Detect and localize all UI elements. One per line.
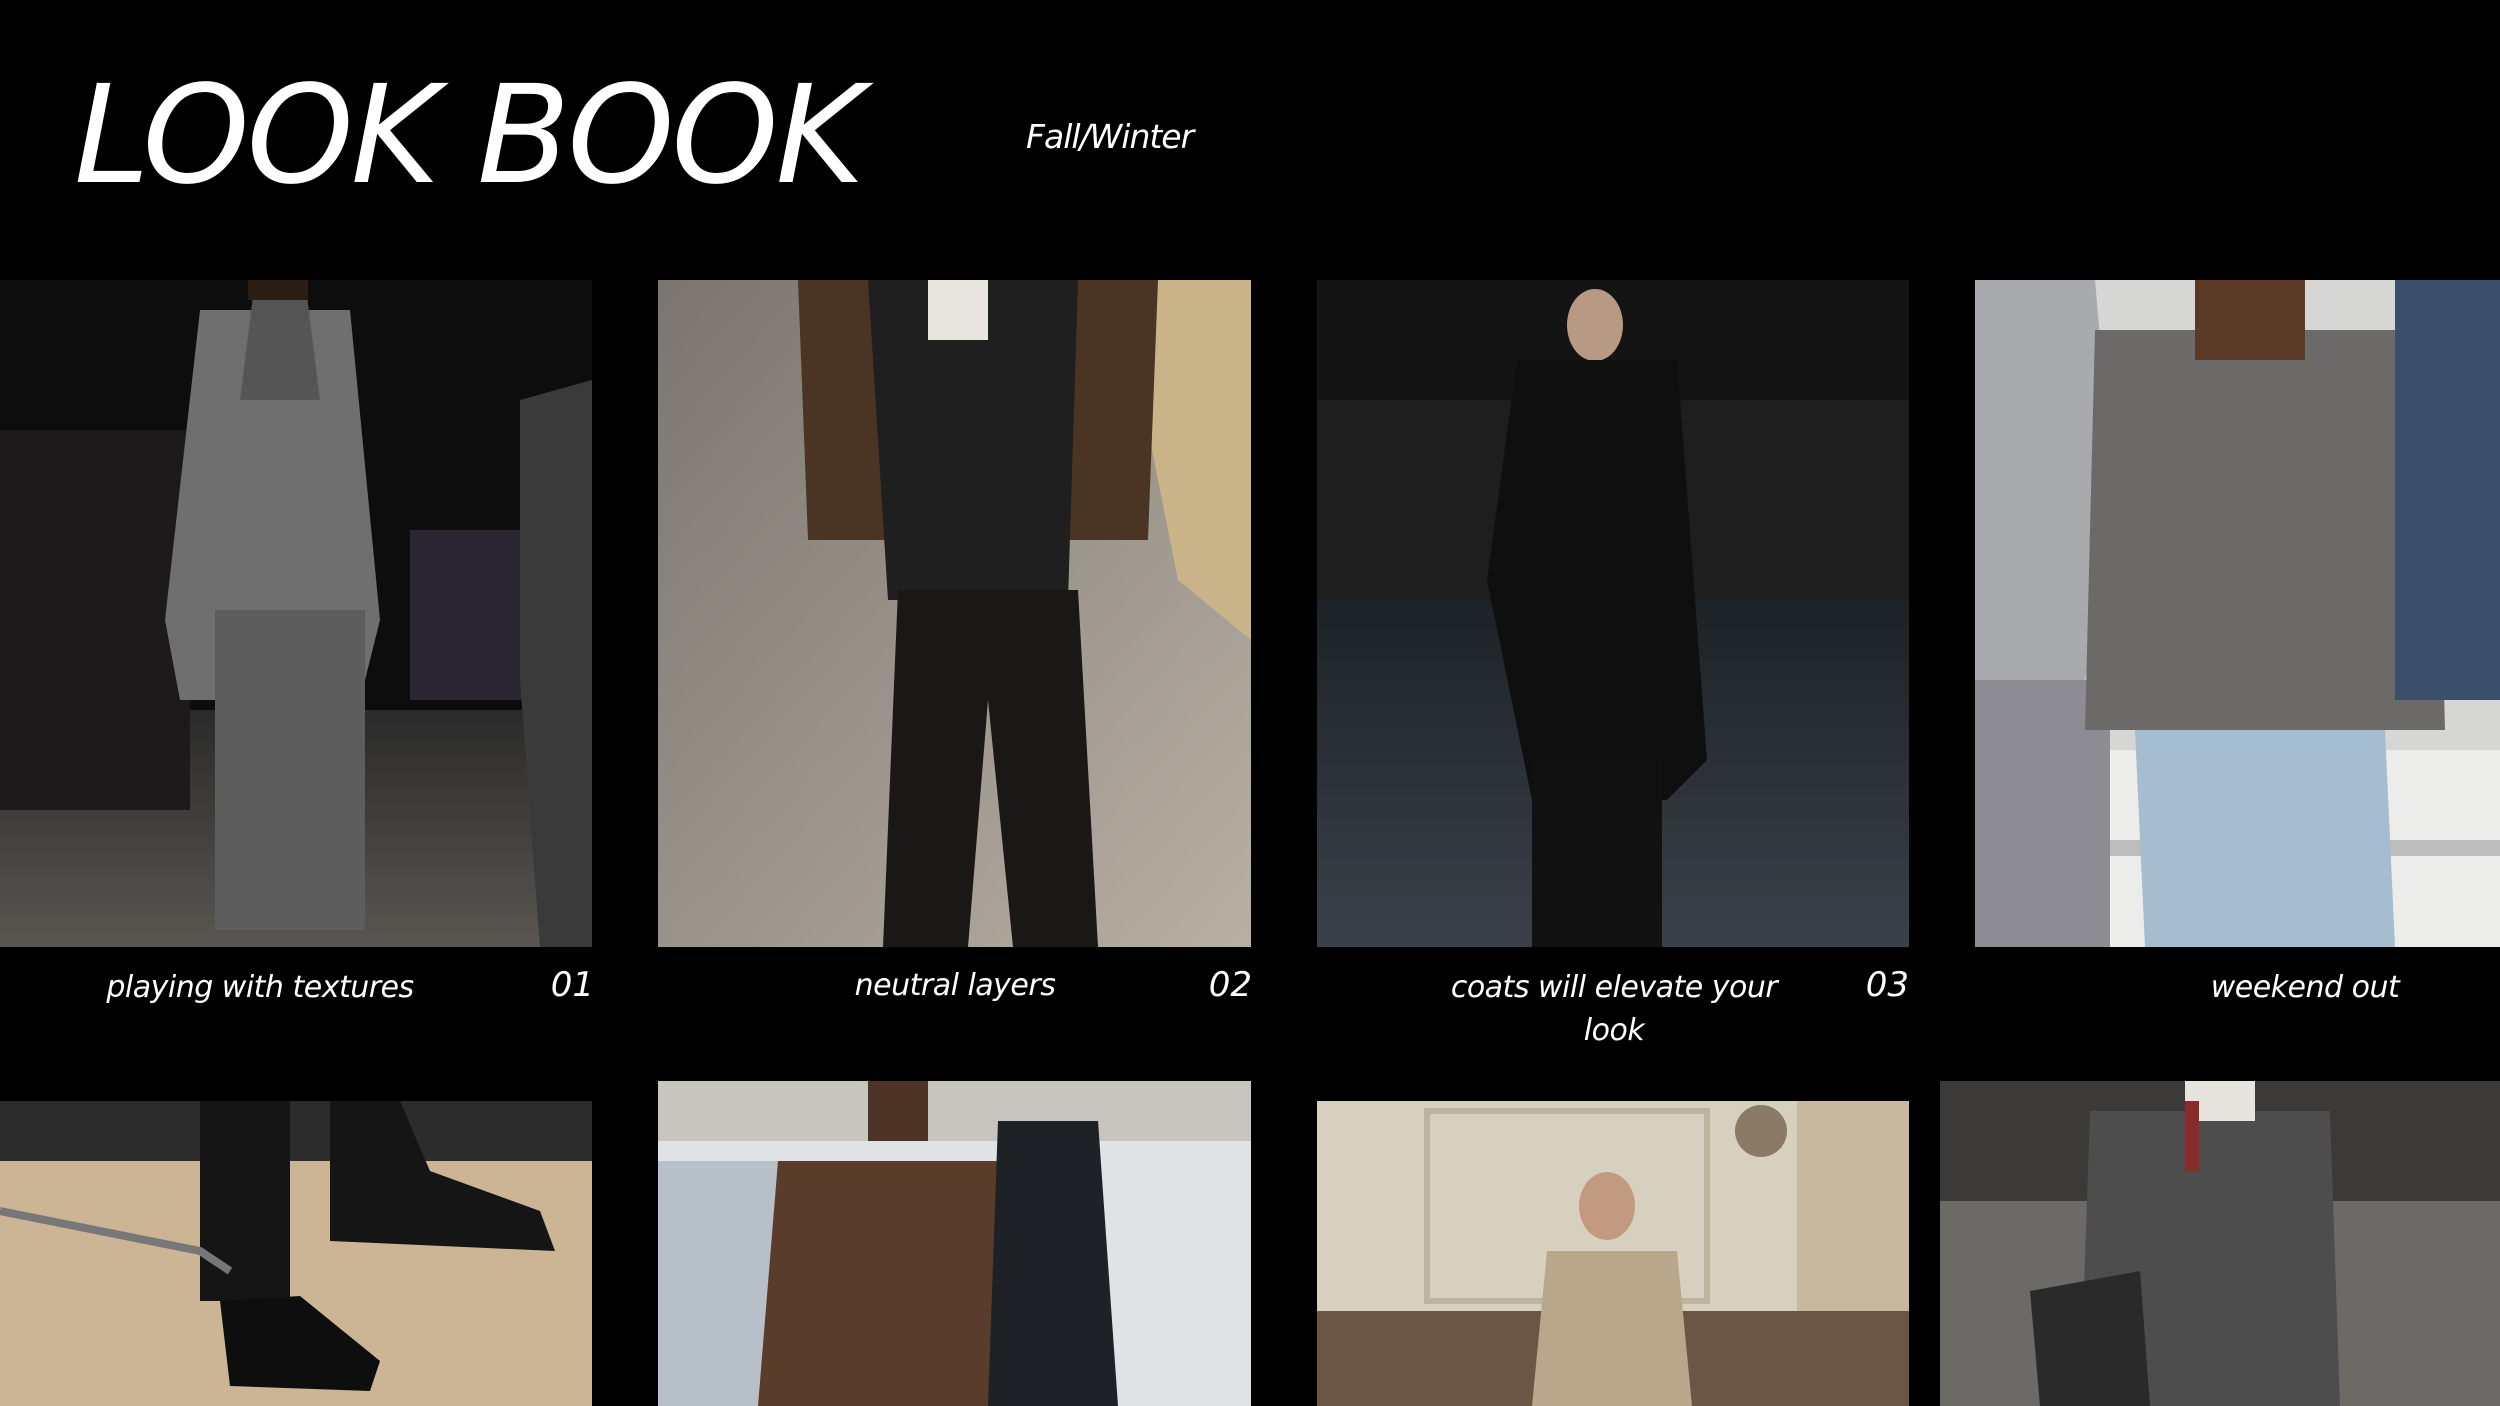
look-photo-8 — [1940, 1081, 2500, 1406]
look-photo-5 — [0, 1101, 592, 1406]
look-photo-4 — [1975, 280, 2500, 947]
look-number-1: 01 — [550, 965, 594, 1005]
look-photo-1 — [0, 280, 592, 947]
look-caption-2: neutral layers — [854, 968, 1056, 1003]
season-subtitle: Fall/Winter — [1026, 117, 1194, 156]
look-photo-6 — [658, 1081, 1251, 1406]
look-caption-3: coats will elevate your look — [1450, 970, 1778, 1048]
look-photo-7 — [1317, 1101, 1909, 1406]
look-caption-1: playing with textures — [106, 970, 414, 1005]
look-number-2: 02 — [1208, 965, 1252, 1005]
look-photo-2 — [658, 280, 1251, 947]
page-title: LOOK BOOK — [74, 57, 865, 215]
look-number-3: 03 — [1865, 965, 1909, 1005]
look-photo-3 — [1317, 280, 1909, 947]
look-caption-4: weekend out — [2210, 970, 2400, 1005]
